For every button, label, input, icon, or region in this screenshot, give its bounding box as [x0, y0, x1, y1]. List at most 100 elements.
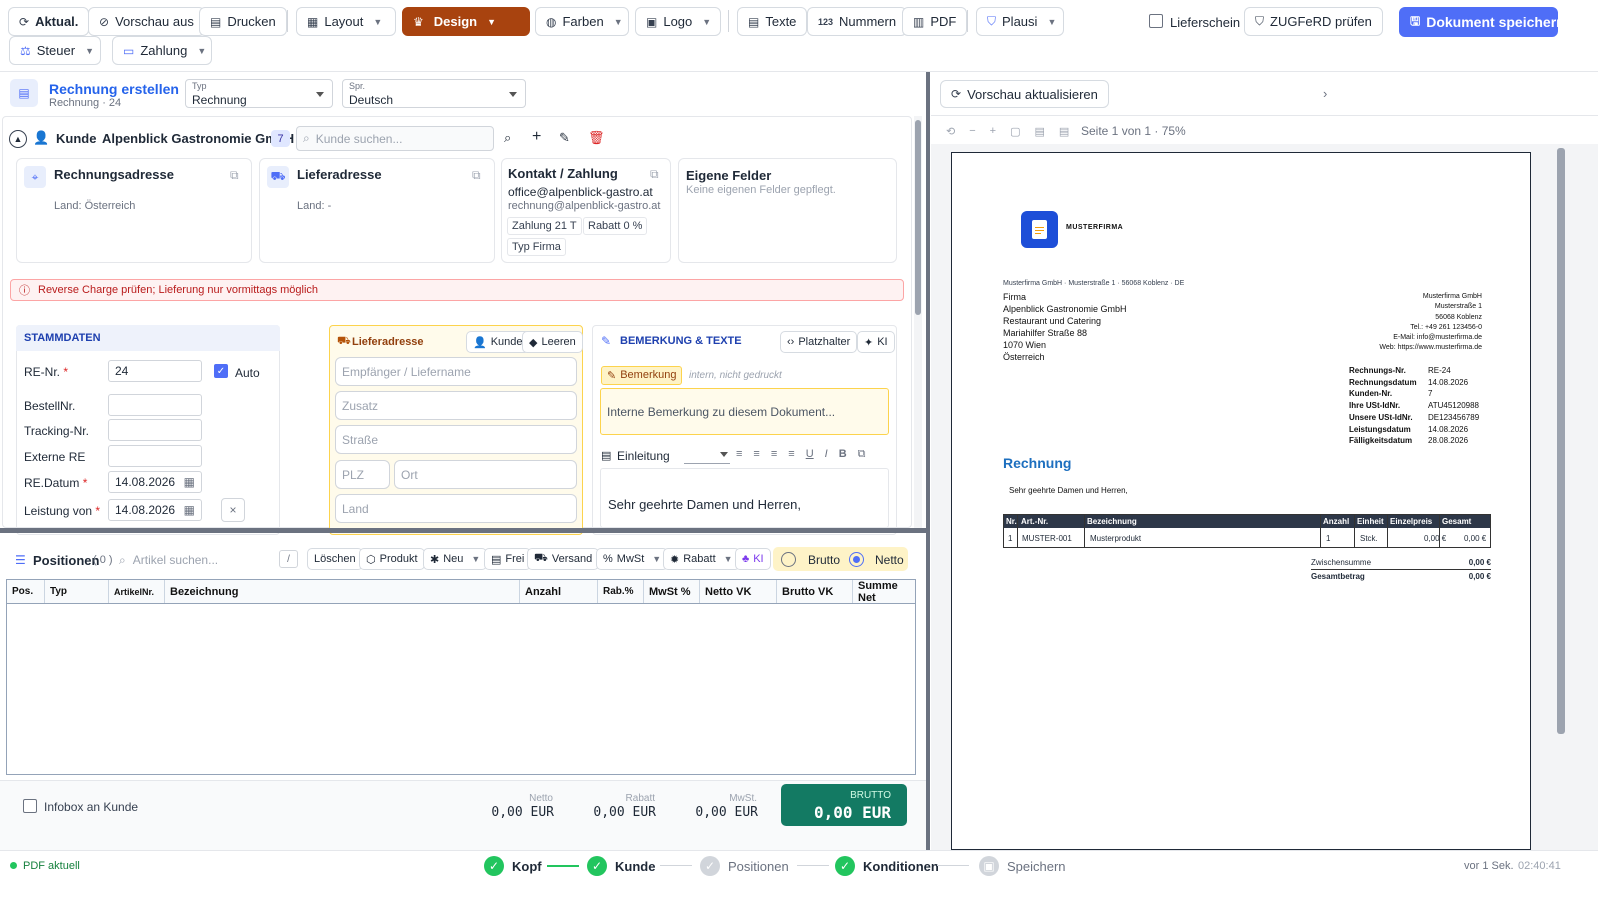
shipping-button[interactable]: ⛟ Versand	[527, 548, 600, 570]
payment-dropdown[interactable]: ▭ Zahlung ▼	[112, 36, 212, 65]
bold-icon[interactable]: B	[839, 448, 847, 461]
step-konditionen[interactable]: ✓ Konditionen	[835, 856, 939, 876]
free-position-button[interactable]: ▤ Frei	[484, 548, 532, 570]
rotate-icon[interactable]: ⟲	[946, 125, 955, 138]
column-vat[interactable]: MwSt %	[644, 580, 700, 603]
step-positionen[interactable]: ✓ Positionen	[700, 856, 789, 876]
column-type[interactable]: Typ	[45, 580, 109, 603]
expand-icon[interactable]: ⧉	[858, 448, 866, 461]
column-pos[interactable]: Pos.	[7, 580, 45, 603]
plausi-dropdown[interactable]: ⛉ Plausi ▼	[976, 7, 1064, 36]
contact-email-primary[interactable]: office@alpenblick-gastro.at	[508, 185, 653, 199]
internal-remark-input[interactable]: Interne Bemerkung zu diesem Dokument...	[600, 388, 889, 435]
intro-text-editor[interactable]: Sehr geehrte Damen und Herren,	[600, 468, 889, 528]
zip-input[interactable]: PLZ	[335, 460, 390, 489]
ai-positions-button[interactable]: ♣ KI	[735, 548, 771, 570]
logo-dropdown[interactable]: ▣ Logo ▼	[635, 7, 721, 36]
zugferd-button[interactable]: ⛉ ZUGFeRD prüfen	[1244, 7, 1383, 36]
tracking-input[interactable]	[108, 419, 202, 441]
calendar-icon[interactable]: ▦	[184, 475, 195, 489]
numbers-button[interactable]: 123 Nummern	[807, 7, 908, 36]
refresh-preview-button[interactable]: ⟳ Vorschau aktualisieren	[940, 80, 1109, 108]
netto-radio[interactable]	[849, 552, 864, 567]
order-number-input[interactable]	[108, 394, 202, 416]
step-speichern[interactable]: ▣ Speichern	[979, 856, 1066, 876]
ai-button[interactable]: ✦ KI	[857, 331, 895, 353]
article-search-input[interactable]: ⌕ Artikel suchen...	[119, 553, 218, 568]
delivery-clear-button[interactable]: ◆ Leeren	[522, 331, 583, 353]
column-net-sum[interactable]: Summe Net	[853, 580, 915, 603]
horizontal-splitter[interactable]	[0, 528, 928, 533]
country-input[interactable]: Land	[335, 494, 577, 523]
language-select[interactable]: Spr. Deutsch	[342, 79, 526, 108]
align-center-icon[interactable]: ≡	[753, 448, 759, 461]
vat-dropdown[interactable]: % MwSt ▼	[596, 548, 669, 570]
invoice-number-input[interactable]: 24	[108, 360, 202, 382]
product-button[interactable]: ⬡ Produkt	[359, 548, 425, 570]
auto-checkbox[interactable]: ✓	[214, 364, 228, 378]
copy-icon[interactable]: ⧉	[650, 167, 659, 182]
edit-icon[interactable]: ✎	[559, 130, 570, 146]
scrollbar-thumb[interactable]	[915, 120, 921, 315]
addition-input[interactable]: Zusatz	[335, 391, 577, 420]
brutto-radio[interactable]	[781, 552, 796, 567]
column-gross-price[interactable]: Brutto VK	[777, 580, 853, 603]
tax-dropdown[interactable]: ⚖ Steuer ▼	[9, 36, 101, 65]
refresh-button[interactable]: ⟳ Aktual.	[8, 7, 90, 36]
column-quantity[interactable]: Anzahl	[520, 580, 598, 603]
save-document-button[interactable]: 🖫 Dokument speichern	[1399, 7, 1565, 37]
lieferschein-checkbox[interactable]	[1149, 14, 1163, 28]
preview-off-button[interactable]: ⊘ Vorschau aus	[88, 7, 205, 36]
intro-template-select[interactable]	[684, 446, 730, 464]
delivery-address-title: Lieferadresse	[297, 167, 382, 182]
placeholder-button[interactable]: ‹› Platzhalter	[780, 331, 858, 353]
texts-button[interactable]: ▤ Texte	[737, 7, 808, 36]
street-input[interactable]: Straße	[335, 425, 577, 454]
print-button[interactable]: ▤ Drucken	[199, 7, 287, 36]
discount-dropdown[interactable]: ✹ Rabatt ▼	[663, 548, 740, 570]
chevron-right-icon[interactable]: ›	[1323, 86, 1327, 101]
column-discount[interactable]: Rab.%	[598, 580, 644, 603]
pages-icon[interactable]: ▤	[1059, 125, 1069, 138]
zoom-out-icon[interactable]: −	[969, 125, 975, 138]
design-dropdown[interactable]: ♛ Design ▼	[402, 7, 530, 36]
copy-icon[interactable]: ⧉	[472, 168, 481, 183]
recipient-input[interactable]: Empfänger / Liefername	[335, 357, 577, 386]
calendar-icon[interactable]: ▦	[184, 503, 195, 517]
underline-icon[interactable]: U	[806, 448, 814, 461]
search-icon[interactable]: ⌕	[504, 130, 511, 146]
preview-scrollbar-thumb[interactable]	[1557, 148, 1565, 734]
column-article-number[interactable]: ArtikelNr.	[109, 580, 165, 603]
customer-search-input[interactable]: ⌕ Kunde suchen...	[296, 126, 494, 151]
vertical-splitter[interactable]	[926, 72, 930, 850]
align-justify-icon[interactable]: ≡	[788, 448, 794, 461]
colors-dropdown[interactable]: ◍ Farben ▼	[535, 7, 629, 36]
delete-positions-button[interactable]: Löschen	[307, 548, 363, 570]
service-date-input[interactable]: 14.08.2026 ▦	[108, 499, 202, 521]
italic-icon[interactable]: I	[825, 448, 828, 461]
invoice-date-input[interactable]: 14.08.2026 ▦	[108, 471, 202, 493]
step-kunde[interactable]: ✓ Kunde	[587, 856, 655, 876]
align-right-icon[interactable]: ≡	[771, 448, 777, 461]
contact-email-secondary[interactable]: rechnung@alpenblick-gastro.at	[508, 200, 660, 212]
clear-date-button[interactable]: ×	[221, 498, 245, 522]
delete-icon[interactable]: 🗑	[588, 130, 605, 146]
new-position-dropdown[interactable]: ✱ Neu ▼	[423, 548, 488, 570]
infobox-checkbox[interactable]	[23, 799, 37, 813]
add-icon[interactable]: +	[532, 128, 541, 146]
step-kopf[interactable]: ✓ Kopf	[484, 856, 542, 876]
type-select[interactable]: Typ Rechnung	[185, 79, 333, 108]
align-left-icon[interactable]: ≡	[736, 448, 742, 461]
external-invoice-input[interactable]	[108, 445, 202, 467]
layout-dropdown[interactable]: ▦ Layout ▼	[296, 7, 396, 36]
pdf-button[interactable]: ▥ PDF	[902, 7, 968, 36]
column-description[interactable]: Bezeichnung	[165, 580, 520, 603]
city-input[interactable]: Ort	[394, 460, 577, 489]
fit-width-icon[interactable]: ▤	[1035, 125, 1045, 138]
column-net-price[interactable]: Netto VK	[700, 580, 777, 603]
collapse-icon[interactable]: ▲	[9, 130, 27, 148]
zoom-in-icon[interactable]: +	[990, 125, 996, 138]
delivery-from-customer-button[interactable]: 👤 Kunde	[466, 331, 530, 353]
fit-page-icon[interactable]: ▢	[1010, 125, 1020, 138]
copy-icon[interactable]: ⧉	[230, 168, 239, 183]
